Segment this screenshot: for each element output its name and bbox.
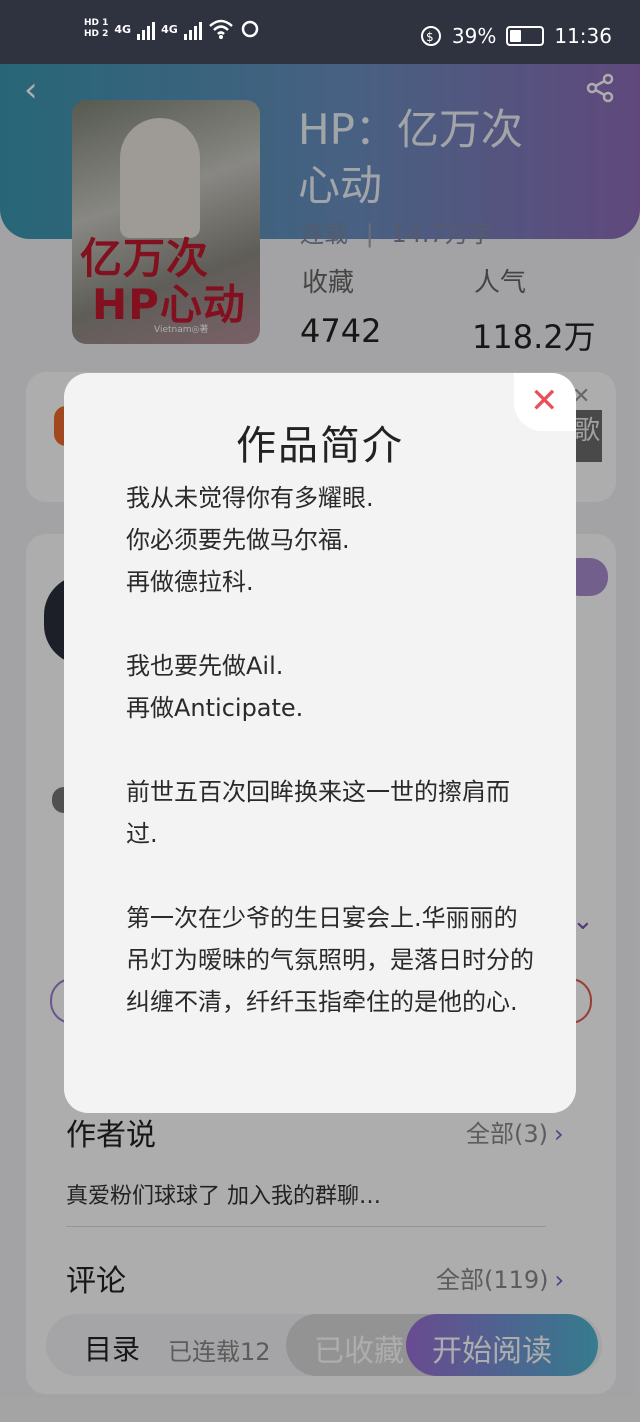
status-bar: HD 1 HD 2 4G 4G $ 39% 11:36 <box>0 0 640 64</box>
status-left: HD 1 HD 2 4G 4G <box>84 18 260 40</box>
status-right: $ 39% 11:36 <box>420 24 612 48</box>
power-saving-icon: $ <box>420 26 441 46</box>
battery-icon <box>506 26 545 46</box>
hd1-label: HD 1 <box>84 18 109 28</box>
synopsis-paragraph: 我从未觉得你有多耀眼. 你必须要先做马尔福. 再做德拉科. <box>126 484 374 596</box>
sync-circle-icon <box>241 20 259 38</box>
synopsis-dialog: ✕ 作品简介 我从未觉得你有多耀眼. 你必须要先做马尔福. 再做德拉科. 我也要… <box>64 373 576 1113</box>
dialog-title: 作品简介 <box>236 423 404 469</box>
clock: 11:36 <box>554 24 612 48</box>
network-2-label: 4G <box>161 22 178 36</box>
signal-icon <box>137 18 156 40</box>
wifi-icon <box>208 19 233 39</box>
synopsis-paragraph: 前世五百次回眸换来这一世的擦肩而过. <box>126 778 510 848</box>
battery-percent: 39% <box>451 24 497 48</box>
synopsis-text: 我从未觉得你有多耀眼. 你必须要先做马尔福. 再做德拉科. 我也要先做Ail. … <box>126 477 536 1023</box>
network-1-label: 4G <box>114 22 132 36</box>
synopsis-paragraph: 第一次在少爷的生日宴会上.华丽丽的吊灯为暧昧的气氛照明，是落日时分的纠缠不清，纤… <box>126 904 534 1016</box>
signal-icon-2 <box>183 18 202 40</box>
synopsis-paragraph: 我也要先做Ail. 再做Anticipate. <box>126 652 304 722</box>
hd-indicator: HD 1 HD 2 <box>84 18 108 40</box>
hd2-label: HD 2 <box>84 29 109 39</box>
svg-text:$: $ <box>426 30 434 44</box>
